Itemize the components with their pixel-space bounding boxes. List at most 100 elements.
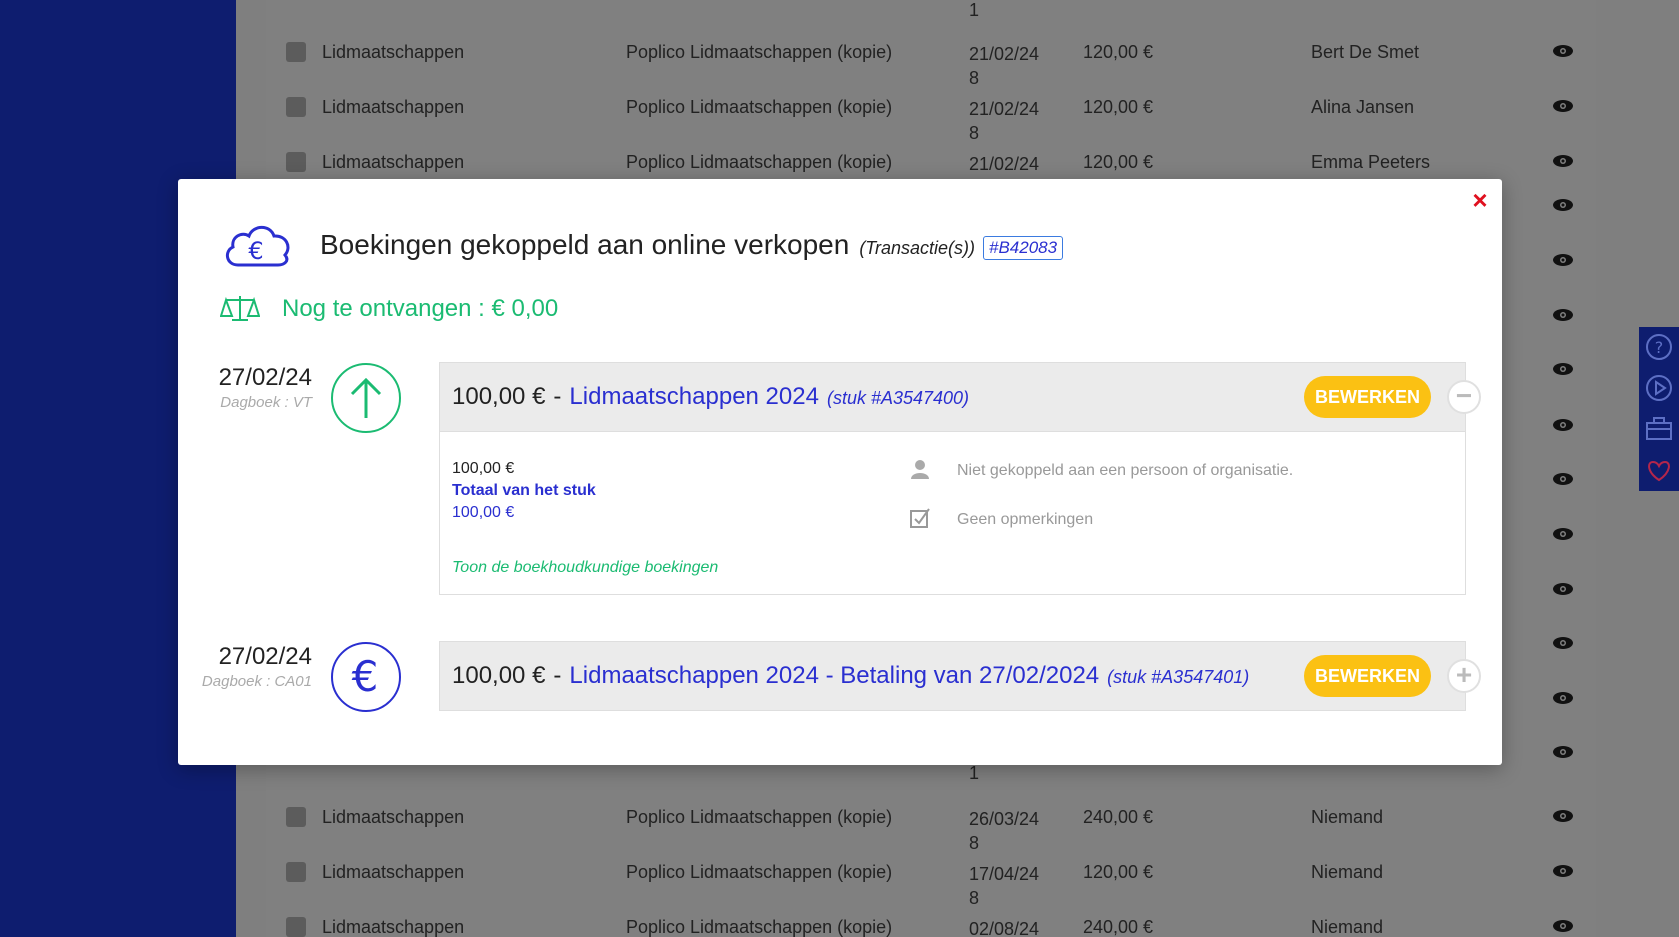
row-description: Poplico Lidmaatschappen (kopie) [626,807,893,827]
eye-icon[interactable] [1552,308,1574,322]
euro-icon: € [331,642,401,712]
eye-icon[interactable] [1552,253,1574,267]
row-description: Poplico Lidmaatschappen (kopie) [626,97,893,117]
entry-journal: Dagboek : VT [220,394,312,411]
row-description: Poplico Lidmaatschappen (kopie) [626,42,893,62]
row-checkbox[interactable] [286,917,306,937]
table-row[interactable]: Lidmaatschappen Poplico Lidmaatschappen … [266,65,1596,143]
detail-person: Niet gekoppeld aan een persoon of organi… [957,462,1294,479]
row-amount: 120,00 € [1083,97,1154,117]
eye-icon[interactable] [1552,809,1574,823]
collapse-button[interactable]: − [1447,380,1481,414]
row-checkbox[interactable] [286,42,306,62]
entry-detail: 100,00 € Totaal van het stuk 100,00 € To… [439,432,1466,595]
modal-title: Boekingen gekoppeld aan online verkopen [320,229,850,260]
eye-icon[interactable] [1552,362,1574,376]
row-person: Niemand [1311,862,1384,882]
entry-bar: 100,00 € - Lidmaatschappen 2024 (stuk #A… [439,362,1481,432]
eye-icon[interactable] [1552,919,1574,933]
row-person: Niemand [1311,807,1384,827]
modal-subtitle: (Transactie(s)) [859,237,975,258]
entry-date: 27/02/24 [218,364,312,391]
edit-button[interactable]: BEWERKEN [1303,655,1431,697]
row-type: Lidmaatschappen [322,97,465,117]
table-row[interactable]: Lidmaatschappen Poplico Lidmaatschappen … [266,10,1596,88]
edit-button[interactable]: BEWERKEN [1303,376,1431,418]
eye-icon[interactable] [1552,636,1574,650]
entry-separator: - [553,662,562,689]
arrow-up-icon [331,363,401,433]
row-person: Bert De Smet [1311,42,1420,62]
row-checkbox[interactable] [286,152,306,172]
balance-row: Nog te ontvangen : € 0,00 [220,294,558,324]
edit-note-icon [910,508,930,528]
entry-journal: Dagboek : CA01 [201,673,312,690]
entry-piece: (stuk #A3547401) [1107,667,1250,687]
row-description: Poplico Lidmaatschappen (kopie) [626,917,893,937]
eye-icon[interactable] [1552,472,1574,486]
entry-separator: - [553,383,562,410]
entry-amount: 100,00 € [452,662,546,689]
svg-text:€: € [248,237,263,265]
row-checkbox[interactable] [286,97,306,117]
show-bookings-link[interactable]: Toon de boekhoudkundige boekingen [452,559,718,577]
detail-amount: 100,00 € [452,460,515,477]
row-person: Niemand [1311,917,1384,937]
person-icon [911,460,929,479]
row-description: Poplico Lidmaatschappen (kopie) [626,152,893,172]
eye-icon[interactable] [1552,44,1574,58]
eye-icon[interactable] [1552,745,1574,759]
detail-total-label: Totaal van het stuk [452,482,596,499]
row-type: Lidmaatschappen [322,862,465,882]
modal-header: € Boekingen gekoppeld aan online verkope… [220,215,1064,275]
eye-icon[interactable] [1552,582,1574,596]
entry-piece: (stuk #A3547400) [826,388,970,408]
entry-bar: 100,00 € - Lidmaatschappen 2024 - Betali… [439,641,1481,711]
svg-text:€: € [352,652,379,701]
row-type: Lidmaatschappen [322,152,465,172]
entry-link[interactable]: Lidmaatschappen 2024 [569,383,819,411]
table-row[interactable]: Lidmaatschappen Poplico Lidmaatschappen … [266,120,1596,198]
detail-total: 100,00 € [452,504,515,521]
row-amount: 120,00 € [1083,862,1154,882]
eye-icon[interactable] [1552,99,1574,113]
table-row[interactable]: Lidmaatschappen Poplico Lidmaatschappen … [266,885,1596,937]
eye-icon[interactable] [1552,527,1574,541]
row-amount: 240,00 € [1083,807,1154,827]
expand-button[interactable]: + [1447,659,1481,693]
eye-icon[interactable] [1552,418,1574,432]
detail-note: Geen opmerkingen [957,511,1094,528]
cloud-euro-icon: € [225,225,290,267]
row-checkbox[interactable] [286,862,306,882]
row-person: Alina Jansen [1311,97,1415,117]
right-toolbar: ? [1639,327,1679,491]
scale-icon [220,296,260,321]
row-type: Lidmaatschappen [322,917,465,937]
entry-date: 27/02/24 [218,643,312,670]
transaction-link[interactable]: #B42083 [983,236,1064,260]
heart-icon[interactable] [1639,450,1679,491]
table-row[interactable]: Lidmaatschappen Poplico Lidmaatschappen … [266,830,1596,908]
svg-text:?: ? [1655,338,1664,357]
eye-icon[interactable] [1552,198,1574,212]
table-row[interactable]: Lidmaatschappen Poplico Lidmaatschappen … [266,775,1596,853]
row-amount: 120,00 € [1083,152,1154,172]
balance-label: Nog te ontvangen : € 0,00 [282,295,559,322]
row-amount: 120,00 € [1083,42,1154,62]
row-type: Lidmaatschappen [322,807,465,827]
help-icon[interactable]: ? [1639,327,1679,368]
row-person: Emma Peeters [1311,152,1431,172]
row-checkbox[interactable] [286,807,306,827]
row-description: Poplico Lidmaatschappen (kopie) [626,862,893,882]
eye-icon[interactable] [1552,864,1574,878]
entry-amount: 100,00 € [452,383,546,410]
entry-link[interactable]: Lidmaatschappen 2024 - Betaling van 27/0… [569,662,1099,690]
close-icon[interactable]: × [1468,187,1492,213]
briefcase-icon[interactable] [1639,409,1679,450]
row-date: 02/08/24 [969,919,1040,937]
eye-icon[interactable] [1552,154,1574,168]
linked-bookings-modal: × € Boekingen gekoppeld aan online verko… [178,179,1502,765]
eye-icon[interactable] [1552,691,1574,705]
play-icon[interactable] [1639,368,1679,409]
row-type: Lidmaatschappen [322,42,465,62]
